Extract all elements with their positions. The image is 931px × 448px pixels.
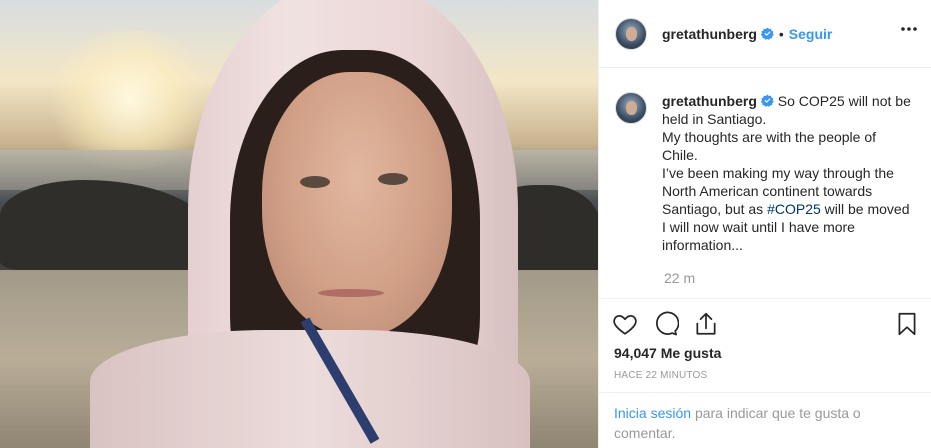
time-ago[interactable]: 22 m bbox=[664, 270, 695, 286]
verified-badge-icon bbox=[760, 94, 774, 107]
avatar[interactable] bbox=[615, 17, 647, 50]
caption-text: gretathunberg So COP25 will not be held … bbox=[662, 92, 912, 254]
photo-face bbox=[262, 72, 452, 337]
header-username[interactable]: gretathunberg bbox=[662, 26, 757, 42]
hashtag-link[interactable]: #COP25 bbox=[767, 201, 821, 217]
post-header: gretathunberg • Seguir bbox=[599, 0, 931, 68]
caption-avatar[interactable] bbox=[615, 92, 647, 124]
post-caption: gretathunberg So COP25 will not be held … bbox=[615, 92, 920, 254]
photo-sweater bbox=[90, 330, 530, 448]
separator-dot: • bbox=[778, 25, 784, 42]
caption-username[interactable]: gretathunberg bbox=[662, 93, 757, 109]
photo-eye-left bbox=[300, 176, 330, 188]
follow-button[interactable]: Seguir bbox=[789, 26, 833, 42]
verified-badge-icon bbox=[760, 27, 774, 40]
photo-rocks-left bbox=[0, 180, 210, 270]
photo-eye-right bbox=[378, 173, 408, 185]
more-options-icon[interactable] bbox=[900, 26, 918, 32]
caption-line-2: My thoughts are with the people of Chile… bbox=[662, 129, 877, 163]
post-side-panel: gretathunberg • Seguir gretathunberg So … bbox=[598, 0, 931, 448]
photo-mouth bbox=[318, 289, 384, 297]
post-photo[interactable] bbox=[0, 0, 598, 448]
